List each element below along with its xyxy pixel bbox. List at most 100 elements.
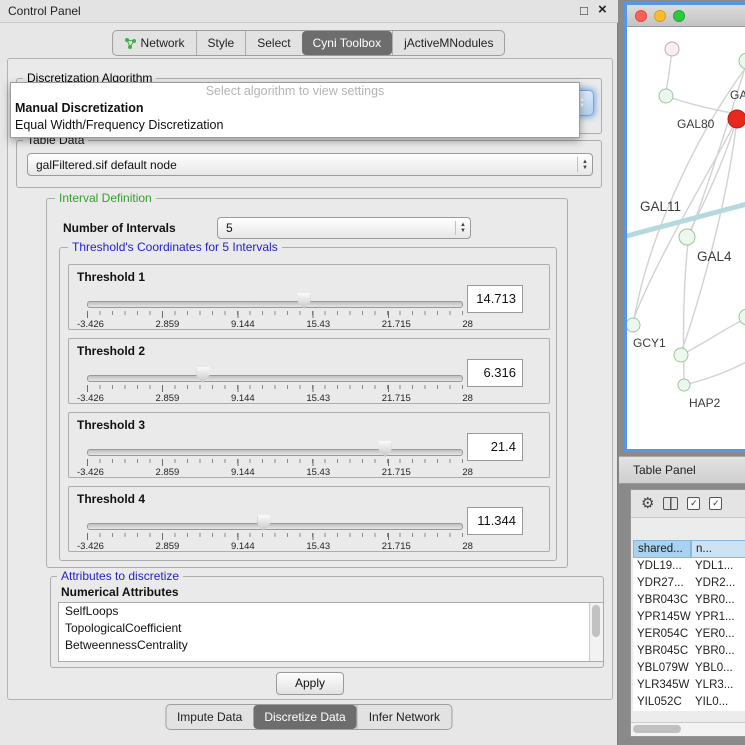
network-canvas[interactable]: GAL80 GAL11 GAL4 GCY1 HAP2 GA — [627, 27, 745, 449]
table-row[interactable]: YLR345WYLR3... — [633, 677, 745, 694]
cell[interactable]: YDR27... — [633, 575, 691, 592]
threshold-value-field[interactable]: 11.344 — [467, 507, 523, 535]
cell[interactable]: YLR345W — [633, 677, 691, 694]
node[interactable] — [739, 309, 745, 325]
cell[interactable]: YER054C — [633, 626, 691, 643]
control-panel-titlebar[interactable]: Control Panel □ × — [0, 0, 618, 23]
thresholds-group: Threshold's Coordinates for 5 Intervals … — [59, 247, 557, 561]
table-row[interactable]: YER054CYER0... — [633, 626, 745, 643]
threshold-value-field[interactable]: 14.713 — [467, 285, 523, 313]
gear-icon[interactable]: ⚙ — [641, 496, 654, 511]
tab-label: Discretize Data — [264, 705, 345, 729]
threshold-1-slider[interactable]: -3.4262.8599.14415.4321.71528 — [85, 289, 465, 329]
column-header-shared-name[interactable]: shared... — [633, 540, 691, 558]
node-gal80[interactable] — [659, 89, 673, 103]
cell[interactable]: YLR3... — [691, 677, 745, 694]
select-all-checkbox-icon[interactable]: ✓ — [687, 497, 700, 510]
cell[interactable]: YPR1... — [691, 609, 745, 626]
table-data-combobox[interactable]: galFiltered.sif default node ▲▼ — [27, 153, 593, 176]
table-toolbar: ⚙ ✓ ✓ — [631, 490, 745, 518]
table-panel-titlebar[interactable]: Table Panel — [619, 456, 745, 484]
combo-stepper[interactable]: ▲▼ — [455, 221, 466, 235]
select-none-checkbox-icon[interactable]: ✓ — [709, 497, 722, 510]
slider-track[interactable] — [87, 449, 463, 456]
list-item[interactable]: SelfLoops — [59, 603, 603, 620]
tab-select[interactable]: Select — [245, 31, 301, 55]
table-row[interactable]: YDL19...YDL1... — [633, 558, 745, 575]
table-row[interactable]: YBL079WYBL0... — [633, 660, 745, 677]
threshold-4-slider[interactable]: -3.4262.8599.14415.4321.71528 — [85, 511, 465, 551]
float-window-icon[interactable]: □ — [580, 3, 588, 18]
threshold-3-slider[interactable]: -3.4262.8599.14415.4321.71528 — [85, 437, 465, 477]
cell[interactable]: YDR2... — [691, 575, 745, 592]
tab-label: Cyni Toolbox — [313, 31, 381, 55]
cell[interactable]: YIL0... — [691, 694, 745, 711]
slider-track[interactable] — [87, 523, 463, 530]
minimize-traffic-light[interactable] — [654, 10, 666, 22]
threshold-2-panel: Threshold 2 -3.4262.8599.14415.4321.7152… — [68, 338, 550, 404]
table-row[interactable]: YDR27...YDR2... — [633, 575, 745, 592]
threshold-label: Threshold 2 — [77, 344, 145, 358]
cell[interactable]: YDL19... — [633, 558, 691, 575]
tab-impute-data[interactable]: Impute Data — [166, 705, 253, 729]
node-gcy1[interactable] — [627, 318, 640, 332]
slider-scale: -3.4262.8599.14415.4321.71528 — [77, 467, 473, 478]
slider-scale: -3.4262.8599.14415.4321.71528 — [77, 541, 473, 552]
numerical-attributes-list[interactable]: SelfLoops TopologicalCoefficient Between… — [58, 602, 604, 662]
zoom-traffic-light[interactable] — [673, 10, 685, 22]
dropdown-item-manual-discretization[interactable]: Manual Discretization — [11, 100, 579, 117]
slider-track[interactable] — [87, 301, 463, 308]
tab-style[interactable]: Style — [196, 31, 246, 55]
node[interactable] — [665, 42, 679, 56]
tab-cyni-toolbox[interactable]: Cyni Toolbox — [302, 31, 392, 55]
tab-infer-network[interactable]: Infer Network — [357, 705, 451, 729]
list-item[interactable]: TopologicalCoefficient — [59, 620, 603, 637]
columns-icon[interactable] — [663, 497, 678, 510]
tab-discretize-data[interactable]: Discretize Data — [253, 705, 356, 729]
table-row[interactable]: YPR145WYPR1... — [633, 609, 745, 626]
threshold-value-field[interactable]: 21.4 — [467, 433, 523, 461]
column-header-name[interactable]: n... — [691, 540, 745, 558]
table-row[interactable]: YBR045CYBR0... — [633, 643, 745, 660]
tab-jactivemnodules[interactable]: jActiveMNodules — [392, 31, 504, 55]
node-gal4[interactable] — [679, 229, 695, 245]
threshold-value-field[interactable]: 6.316 — [467, 359, 523, 387]
number-of-intervals-combobox[interactable]: 5 ▲▼ — [217, 217, 471, 239]
cell[interactable]: YER0... — [691, 626, 745, 643]
threshold-2-slider[interactable]: -3.4262.8599.14415.4321.71528 — [85, 363, 465, 403]
dropdown-item-equal-width-frequency[interactable]: Equal Width/Frequency Discretization — [11, 117, 579, 134]
node[interactable] — [739, 53, 745, 69]
close-window-icon[interactable]: × — [598, 1, 607, 18]
close-traffic-light[interactable] — [635, 10, 647, 22]
list-scrollbar[interactable] — [589, 603, 603, 661]
tab-network[interactable]: Network — [113, 31, 196, 55]
horizontal-scrollbar[interactable] — [631, 722, 745, 736]
stepper-down-icon: ▼ — [460, 228, 466, 234]
cell[interactable]: YBL0... — [691, 660, 745, 677]
cell[interactable]: YBR043C — [633, 592, 691, 609]
network-window-titlebar[interactable] — [627, 5, 745, 27]
scale-tick-label: -3.426 — [77, 467, 104, 478]
cell[interactable]: YBL079W — [633, 660, 691, 677]
combobox-value: 5 — [226, 221, 455, 235]
scrollbar-thumb[interactable] — [592, 605, 600, 637]
slider-track[interactable] — [87, 375, 463, 382]
cell[interactable]: YBR045C — [633, 643, 691, 660]
table-row[interactable]: YBR043CYBR0... — [633, 592, 745, 609]
cell[interactable]: YBR0... — [691, 643, 745, 660]
cell[interactable]: YDL1... — [691, 558, 745, 575]
combo-stepper[interactable]: ▲▼ — [577, 157, 588, 172]
node-hap2[interactable] — [678, 379, 690, 391]
node[interactable] — [674, 348, 688, 362]
node-selected-red[interactable] — [728, 110, 745, 128]
cell[interactable]: YBR0... — [691, 592, 745, 609]
table-row[interactable]: YIL052CYIL0... — [633, 694, 745, 711]
cell[interactable]: YPR145W — [633, 609, 691, 626]
scrollbar-thumb[interactable] — [633, 725, 681, 733]
cell[interactable]: YIL052C — [633, 694, 691, 711]
scale-tick-label: 21.715 — [382, 393, 411, 404]
scale-tick-label: -3.426 — [77, 319, 104, 330]
apply-button[interactable]: Apply — [276, 672, 344, 695]
control-panel-tabbar: Network Style Select Cyni Toolbox jActiv… — [112, 30, 506, 56]
list-item[interactable]: BetweennessCentrality — [59, 637, 603, 654]
